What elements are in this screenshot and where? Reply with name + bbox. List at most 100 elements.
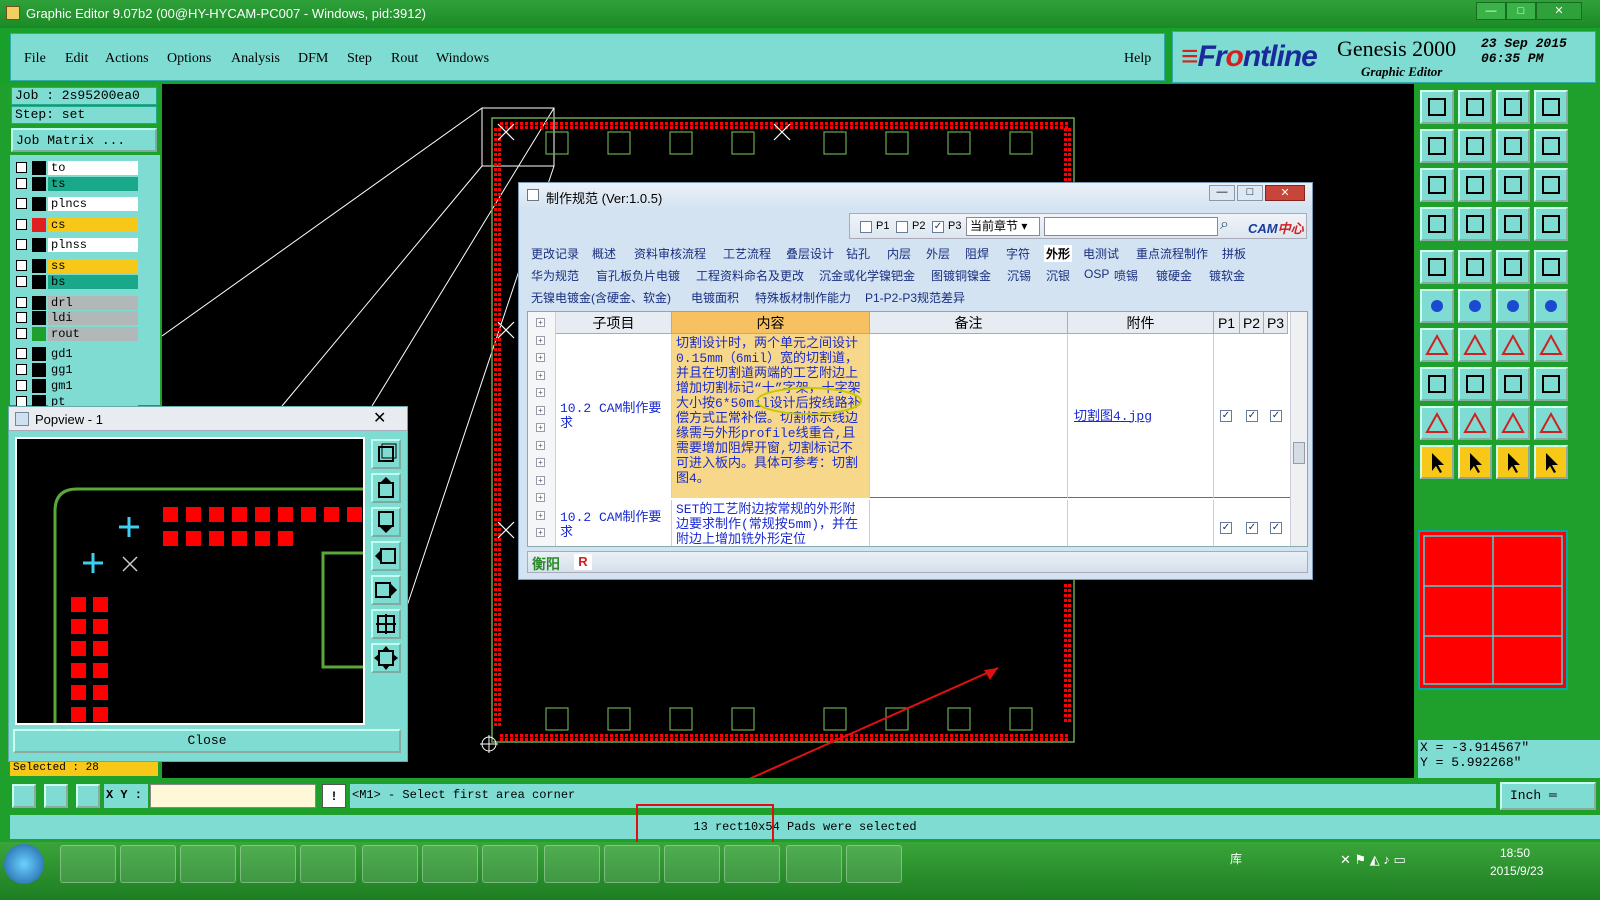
tree-expand-icon[interactable]: + xyxy=(536,528,545,537)
layer-row[interactable]: cs xyxy=(14,218,138,232)
priority-checkbox[interactable]: ✓ xyxy=(1246,522,1258,534)
pan-down-icon[interactable] xyxy=(1458,90,1492,124)
layer-checkbox[interactable] xyxy=(16,162,27,173)
layer-checkbox[interactable] xyxy=(16,364,27,375)
layer-name[interactable]: rout xyxy=(48,327,138,341)
taskbar-app-6[interactable] xyxy=(362,845,418,883)
tree-expand-icon[interactable]: + xyxy=(536,318,545,327)
unit-selector[interactable]: Inch ═ xyxy=(1500,782,1596,810)
taskbar-save-app[interactable] xyxy=(240,845,296,883)
layer-checkbox[interactable] xyxy=(16,276,27,287)
column-header[interactable]: P2 xyxy=(1240,312,1264,334)
text-c-icon[interactable] xyxy=(1534,406,1568,440)
layer-row[interactable]: ss xyxy=(14,259,138,273)
column-header[interactable]: P1 xyxy=(1214,312,1240,334)
popview-pan-up-icon[interactable] xyxy=(371,473,401,503)
layer-name[interactable]: plncs xyxy=(48,197,138,211)
taskbar-app-12[interactable] xyxy=(724,845,780,883)
grid-icon[interactable] xyxy=(1458,207,1492,241)
popview-pan-down-icon[interactable] xyxy=(371,507,401,537)
cross-icon[interactable] xyxy=(1458,289,1492,323)
zoom-fit-icon[interactable] xyxy=(1420,168,1454,202)
measure-icon[interactable] xyxy=(1496,207,1530,241)
spec-tab[interactable]: 阻焊 xyxy=(965,245,989,262)
layer-name[interactable]: gg1 xyxy=(48,363,138,377)
column-header[interactable]: 内容 xyxy=(672,312,870,334)
taskbar-app-3[interactable] xyxy=(180,845,236,883)
triangle-icon[interactable] xyxy=(1420,406,1454,440)
priority-checkbox[interactable]: ✓ xyxy=(1220,410,1232,422)
tree-expand-icon[interactable]: + xyxy=(536,353,545,362)
menu-options[interactable]: Options xyxy=(167,51,211,67)
layer-checkbox[interactable] xyxy=(16,219,27,230)
taskbar-app-1[interactable] xyxy=(60,845,116,883)
column-header[interactable]: 备注 xyxy=(870,312,1068,334)
spec-maximize-button[interactable]: □ xyxy=(1237,185,1263,201)
layer-row[interactable]: drl xyxy=(14,296,138,310)
column-header[interactable]: 附件 xyxy=(1068,312,1214,334)
popview-pan-left-icon[interactable] xyxy=(371,541,401,571)
menu-analysis[interactable]: Analysis xyxy=(231,51,280,67)
pointer-icon[interactable] xyxy=(1420,445,1454,479)
filter-p1-checkbox[interactable] xyxy=(860,221,872,233)
text-b-icon[interactable] xyxy=(1496,406,1530,440)
zoom-icon[interactable] xyxy=(1458,168,1492,202)
tree-expand-icon[interactable]: + xyxy=(536,335,545,345)
circle-icon[interactable] xyxy=(1534,250,1568,284)
layer-checkbox[interactable] xyxy=(16,178,27,189)
layer-row[interactable]: to xyxy=(14,161,138,175)
table-scrollbar[interactable] xyxy=(1290,312,1307,546)
taskbar-notepad[interactable] xyxy=(300,845,356,883)
resize-icon[interactable] xyxy=(1496,367,1530,401)
spec-tab[interactable]: 图镀铜镍金 xyxy=(931,267,991,284)
home-icon[interactable] xyxy=(1496,90,1530,124)
menu-windows[interactable]: Windows xyxy=(436,51,489,67)
spec-tab[interactable]: 镀软金 xyxy=(1209,267,1245,284)
priority-checkbox[interactable]: ✓ xyxy=(1270,410,1282,422)
spec-tab[interactable]: 电镀面积 xyxy=(691,289,739,306)
line-icon[interactable] xyxy=(1534,289,1568,323)
layer-checkbox[interactable] xyxy=(16,239,27,250)
mirror-icon[interactable] xyxy=(1534,328,1568,362)
spec-tab[interactable]: 拼板 xyxy=(1222,245,1246,262)
popview-canvas[interactable] xyxy=(15,437,365,725)
xy-input[interactable] xyxy=(150,784,316,808)
grid-mode-icon[interactable] xyxy=(76,784,100,808)
snap-icon[interactable] xyxy=(1534,207,1568,241)
panel-minimap[interactable] xyxy=(1418,530,1568,690)
layer-checkbox[interactable] xyxy=(16,312,27,323)
tray-icons[interactable]: ✕ ⚑ ◭ ♪ ▭ xyxy=(1340,852,1406,868)
pointer-rotate-icon[interactable] xyxy=(1496,445,1530,479)
layer-checkbox[interactable] xyxy=(16,260,27,271)
ruler-icon[interactable] xyxy=(1496,250,1530,284)
menu-help[interactable]: Help xyxy=(1124,51,1151,67)
arc-icon[interactable] xyxy=(1496,328,1530,362)
spec-tab[interactable]: 概述 xyxy=(592,245,616,262)
menu-file[interactable]: File xyxy=(24,51,46,67)
connect-icon[interactable] xyxy=(1420,289,1454,323)
layer-name[interactable]: drl xyxy=(48,296,138,310)
spec-tab[interactable]: 更改记录 xyxy=(531,245,579,262)
priority-checkbox[interactable]: ✓ xyxy=(1270,522,1282,534)
attachment-link[interactable]: 切割图4.jpg xyxy=(1068,334,1214,498)
spec-tab[interactable]: 叠层设计 xyxy=(786,245,834,262)
spec-tab[interactable]: 工艺流程 xyxy=(723,245,771,262)
popview-fit-icon[interactable] xyxy=(371,643,401,673)
start-button[interactable] xyxy=(4,844,44,884)
attachment-link[interactable] xyxy=(1068,500,1214,546)
layers-icon[interactable] xyxy=(1420,207,1454,241)
text-a-icon[interactable] xyxy=(1458,406,1492,440)
taskbar-excel[interactable] xyxy=(664,845,720,883)
column-header[interactable]: P3 xyxy=(1264,312,1288,334)
taskbar-app-8[interactable] xyxy=(482,845,538,883)
layer-checkbox[interactable] xyxy=(16,297,27,308)
priority-checkbox[interactable]: ✓ xyxy=(1246,410,1258,422)
layer-row[interactable]: rout xyxy=(14,327,138,341)
spec-tab[interactable]: 重点流程制作 xyxy=(1136,245,1208,262)
pan-right-icon[interactable] xyxy=(1458,129,1492,163)
layer-name[interactable]: plnss xyxy=(48,238,138,252)
taskbar-genesis[interactable] xyxy=(604,845,660,883)
scale-icon[interactable] xyxy=(1496,168,1530,202)
spec-tab[interactable]: 盲孔板负片电镀 xyxy=(596,267,680,284)
layer-row[interactable]: bs xyxy=(14,275,138,289)
